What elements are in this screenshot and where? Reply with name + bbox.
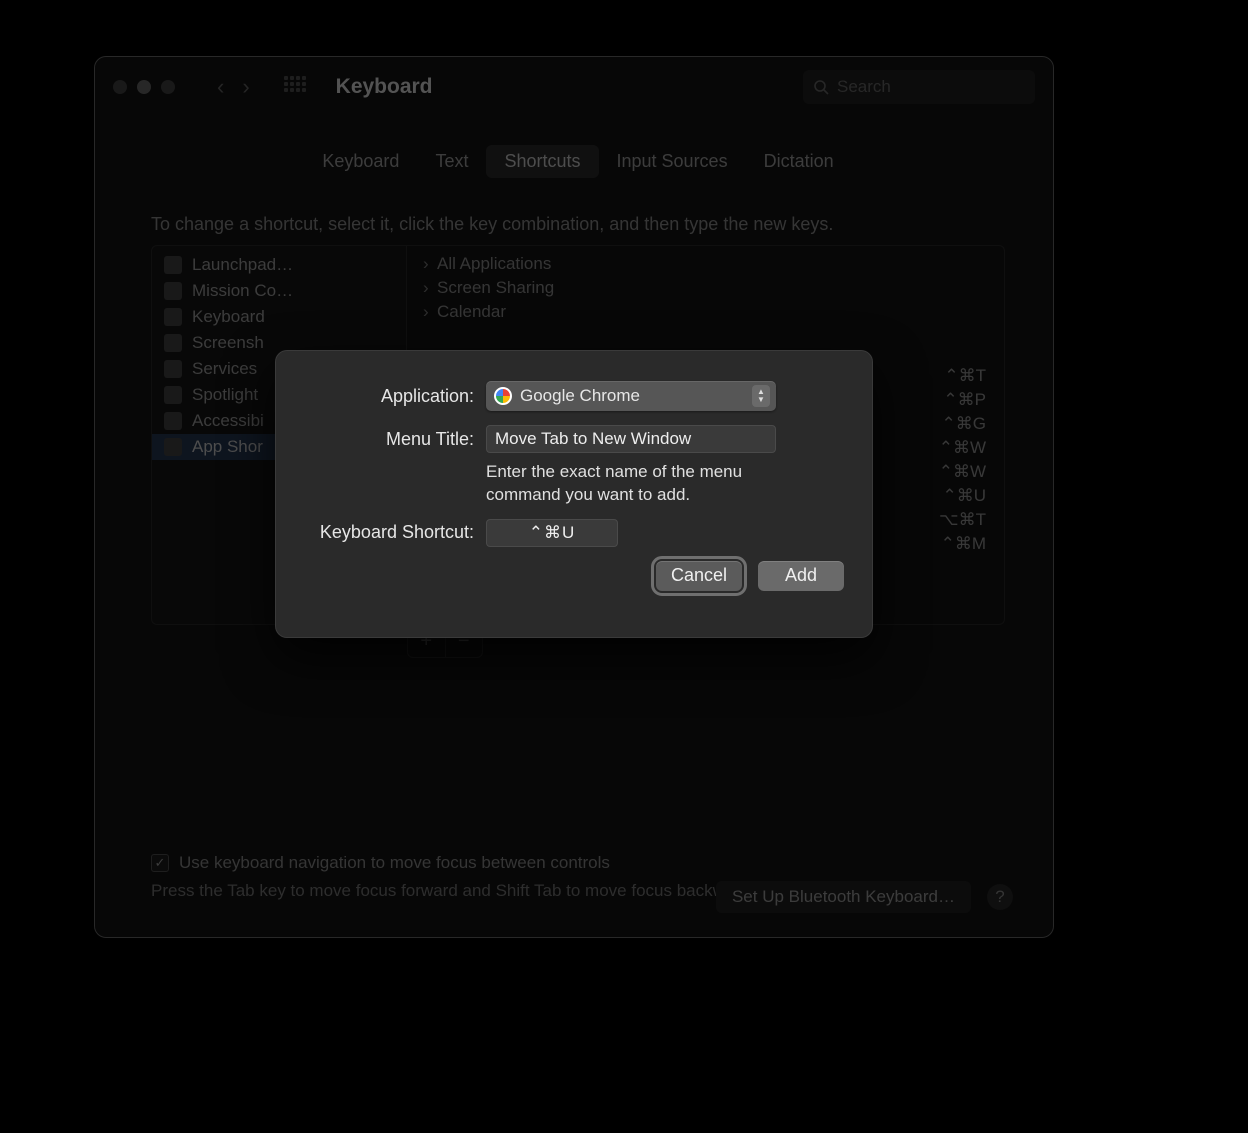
forward-button[interactable]: ›: [242, 74, 249, 100]
tab-dictation[interactable]: Dictation: [746, 145, 852, 178]
keyboard-shortcut-input[interactable]: ⌃⌘U: [486, 519, 618, 547]
search-icon: [813, 79, 829, 95]
shortcut-key: ⌃⌘M: [939, 534, 986, 554]
search-field[interactable]: Search: [803, 70, 1035, 104]
menu-title-helper: Enter the exact name of the menu command…: [486, 461, 786, 507]
list-row[interactable]: ›Screen Sharing: [407, 276, 1004, 300]
keyboard-nav-row: ✓ Use keyboard navigation to move focus …: [151, 853, 1005, 873]
bluetooth-keyboard-button[interactable]: Set Up Bluetooth Keyboard…: [716, 881, 971, 913]
launchpad-icon: [164, 256, 182, 274]
chevron-right-icon: ›: [423, 278, 437, 298]
keyboard-shortcut-label: Keyboard Shortcut:: [304, 522, 486, 543]
tab-keyboard[interactable]: Keyboard: [304, 145, 417, 178]
help-button[interactable]: ?: [987, 884, 1013, 910]
shortcut-key: ⌃⌘W: [939, 438, 986, 458]
list-row[interactable]: ›All Applications: [407, 252, 1004, 276]
app-shortcuts-icon: [164, 438, 182, 456]
zoom-window-button[interactable]: [161, 80, 175, 94]
shortcut-key: ⌥⌘T: [939, 510, 986, 530]
application-value: Google Chrome: [520, 386, 640, 406]
accessibility-icon: [164, 412, 182, 430]
tab-input-sources[interactable]: Input Sources: [599, 145, 746, 178]
window-controls: [113, 80, 175, 94]
minimize-window-button[interactable]: [137, 80, 151, 94]
back-button[interactable]: ‹: [217, 74, 224, 100]
sidebar-item-launchpad[interactable]: Launchpad…: [152, 252, 406, 278]
list-row[interactable]: ›Calendar: [407, 300, 1004, 324]
mission-control-icon: [164, 282, 182, 300]
chevron-right-icon: ›: [423, 302, 437, 322]
sheet-button-row: Cancel Add: [304, 561, 844, 591]
window-title: Keyboard: [336, 75, 433, 99]
menu-title-label: Menu Title:: [304, 429, 486, 450]
close-window-button[interactable]: [113, 80, 127, 94]
sidebar-item-mission-control[interactable]: Mission Co…: [152, 278, 406, 304]
shortcut-key: ⌃⌘P: [939, 390, 986, 410]
chrome-icon: [494, 387, 512, 405]
add-button[interactable]: Add: [758, 561, 844, 591]
shortcut-key: ⌃⌘G: [939, 414, 986, 434]
keyboard-nav-label: Use keyboard navigation to move focus be…: [179, 853, 610, 873]
shortcut-key: ⌃⌘W: [939, 462, 986, 482]
add-shortcut-sheet: Application: Google Chrome ▲▼ Menu Title…: [275, 350, 873, 638]
titlebar: ‹ › Keyboard Search: [95, 57, 1053, 117]
tab-shortcuts[interactable]: Shortcuts: [486, 145, 598, 178]
chevron-right-icon: ›: [423, 254, 437, 274]
shortcut-key: ⌃⌘U: [939, 486, 986, 506]
keyboard-icon: [164, 308, 182, 326]
shortcut-column: ⌃⌘T ⌃⌘P ⌃⌘G ⌃⌘W ⌃⌘W ⌃⌘U ⌥⌘T ⌃⌘M: [939, 366, 986, 554]
show-all-icon[interactable]: [284, 76, 306, 98]
application-label: Application:: [304, 386, 486, 407]
cancel-button[interactable]: Cancel: [656, 561, 742, 591]
nav-arrows: ‹ ›: [217, 74, 250, 100]
search-placeholder: Search: [837, 77, 891, 97]
keyboard-nav-checkbox[interactable]: ✓: [151, 854, 169, 872]
menu-title-input[interactable]: Move Tab to New Window: [486, 425, 776, 453]
prefs-tabs: Keyboard Text Shortcuts Input Sources Di…: [151, 145, 1005, 178]
tab-text[interactable]: Text: [417, 145, 486, 178]
sidebar-item-keyboard[interactable]: Keyboard: [152, 304, 406, 330]
dropdown-caret-icon: ▲▼: [752, 385, 770, 407]
instruction-text: To change a shortcut, select it, click t…: [151, 214, 1005, 235]
footer-row: Set Up Bluetooth Keyboard… ?: [716, 881, 1013, 913]
shortcut-key: ⌃⌘T: [939, 366, 986, 386]
services-icon: [164, 360, 182, 378]
screenshots-icon: [164, 334, 182, 352]
spotlight-icon: [164, 386, 182, 404]
application-dropdown[interactable]: Google Chrome ▲▼: [486, 381, 776, 411]
